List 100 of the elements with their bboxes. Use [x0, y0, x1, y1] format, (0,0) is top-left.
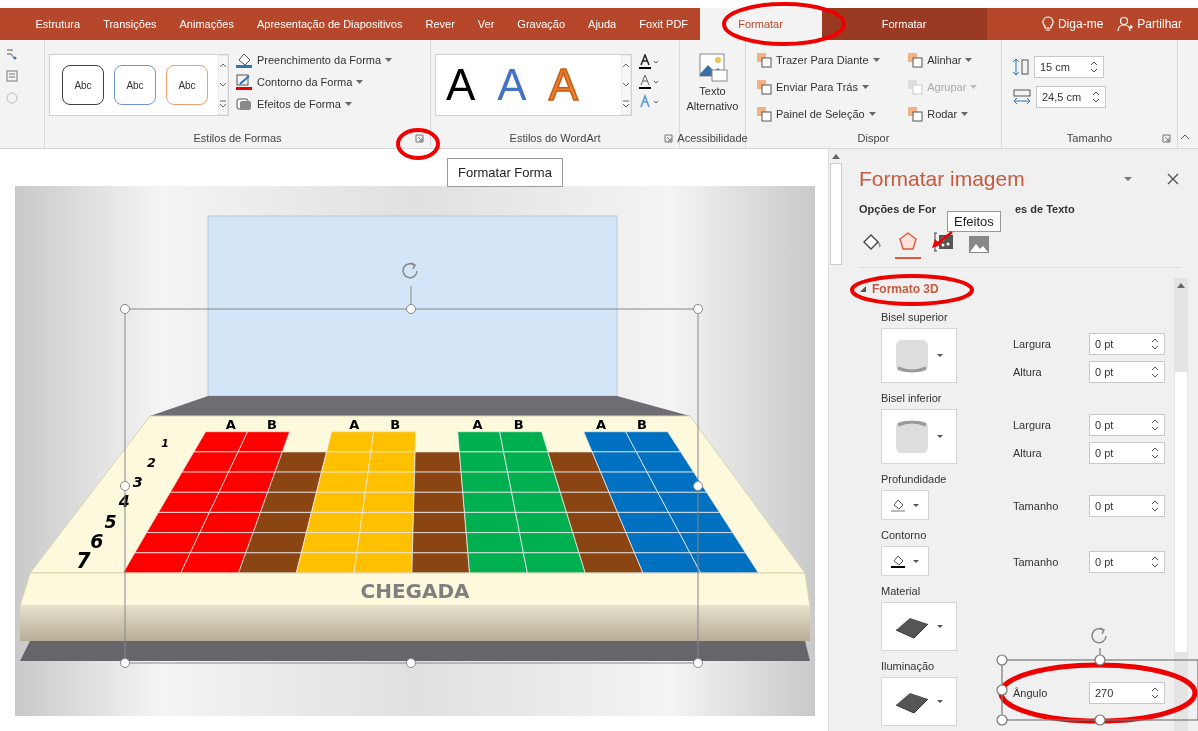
wordart-preset[interactable]: A	[497, 63, 527, 107]
preset-picker[interactable]	[881, 677, 957, 726]
option-label: Bisel superior	[881, 311, 949, 323]
arrange-command[interactable]: Enviar Para Trás	[756, 79, 894, 95]
preset-picker[interactable]	[881, 602, 957, 651]
bevel-preview-icon	[894, 418, 930, 455]
number-field[interactable]: 0 pt	[1089, 551, 1165, 573]
ribbon-tab[interactable]: Transições	[91, 8, 169, 40]
height-field[interactable]: 15 cm	[1034, 56, 1104, 78]
caret-icon	[356, 80, 364, 84]
number-field[interactable]: 0 pt	[1089, 442, 1165, 464]
group-label: Estilos de Formas	[193, 132, 282, 144]
caret-icon	[961, 112, 969, 116]
dialog-launcher-icon[interactable]	[664, 134, 673, 143]
field-label: Largura	[1013, 338, 1052, 350]
ribbon-tab[interactable]: Animações	[168, 8, 246, 40]
field-label: Tamanho	[1013, 500, 1060, 512]
text-fill-icon[interactable]	[638, 54, 660, 70]
row-number: 5	[104, 511, 117, 532]
caret-icon	[970, 85, 978, 89]
shape-edit-icon[interactable]	[6, 48, 18, 60]
option-label: Material	[881, 585, 922, 597]
arrange-command[interactable]: Alinhar	[907, 52, 991, 68]
row-number: 1	[161, 436, 169, 450]
dropdown-icon[interactable]	[1123, 175, 1133, 183]
ribbon-tab[interactable]: Estrutura	[24, 8, 92, 40]
scroll-up-icon[interactable]	[832, 153, 840, 159]
preset-picker[interactable]	[881, 546, 929, 576]
number-field[interactable]: 0 pt	[1089, 333, 1165, 355]
layer-icon	[756, 79, 772, 95]
caret-icon	[936, 434, 944, 439]
spinner-icon	[1151, 500, 1159, 512]
gallery-scroll-icon[interactable]	[218, 55, 228, 115]
tooltip: Efeitos	[947, 211, 1001, 232]
spinner-icon	[1151, 687, 1159, 699]
scroll-thumb[interactable]	[830, 163, 842, 265]
share-button[interactable]: Partilhar	[1117, 16, 1182, 32]
gallery-scroll-icon[interactable]	[621, 55, 631, 115]
caret-icon	[344, 102, 352, 106]
shape-effects-icon	[235, 96, 253, 112]
selection-frame[interactable]	[120, 285, 703, 668]
row-number: 4	[118, 492, 130, 512]
number-field[interactable]: 0 pt	[1089, 361, 1165, 383]
text-box-icon[interactable]	[6, 70, 18, 82]
screen-tip: Formatar Forma	[447, 158, 563, 187]
field-label: Tamanho	[1013, 556, 1060, 568]
option-label: Iluminação	[881, 660, 936, 672]
ribbon-tab[interactable]: Apresentação de Diapositivos	[245, 8, 414, 40]
annotation-ellipse	[396, 128, 440, 160]
column-label: B	[513, 416, 524, 432]
panel-tab[interactable]: es de Texto	[1015, 203, 1075, 215]
pen-outline-icon	[235, 74, 253, 90]
column-label: A	[349, 416, 360, 432]
caret-icon	[936, 353, 944, 358]
shape-style-preset[interactable]: Abc	[62, 65, 104, 105]
ribbon-tab[interactable]: Formatar	[699, 8, 822, 40]
width-field[interactable]: 24,5 cm	[1036, 86, 1106, 108]
ribbon-tab[interactable]: Gravação	[505, 8, 577, 40]
caret-icon	[912, 502, 920, 508]
arrange-command[interactable]: Painel de Seleção	[756, 106, 894, 122]
person-icon	[1117, 16, 1134, 32]
rotate-handle-icon	[1091, 627, 1107, 644]
panel-scrollbar[interactable]	[1174, 278, 1188, 731]
shape-command[interactable]: Efeitos de Forma	[235, 96, 393, 112]
slide-scrollbar[interactable]	[828, 149, 843, 731]
text-outline-icon[interactable]	[638, 74, 660, 90]
close-icon[interactable]	[1167, 173, 1179, 185]
ribbon-tab[interactable]: Ajuda	[576, 8, 628, 40]
arrange-command[interactable]: Trazer Para Diante	[756, 52, 894, 68]
arrange-command[interactable]: Rodar	[907, 106, 991, 122]
ribbon-tab[interactable]: Rever	[414, 8, 467, 40]
tell-me-button[interactable]: Diga-me	[1041, 16, 1104, 32]
wordart-preset[interactable]: A	[446, 63, 476, 107]
ribbon-tab[interactable]: Ver	[466, 8, 506, 40]
rotate-handle-icon[interactable]	[402, 262, 418, 279]
group-label: Dispor	[857, 132, 890, 144]
number-field[interactable]: 270	[1089, 682, 1165, 704]
finish-label: CHEGADA	[360, 579, 470, 603]
ribbon-tab[interactable]: Foxit PDF	[627, 8, 700, 40]
shape-command[interactable]: Contorno da Forma	[235, 74, 393, 90]
column-label: A	[225, 416, 236, 432]
shape-style-preset[interactable]: Abc	[166, 65, 208, 105]
number-field[interactable]: 0 pt	[1089, 414, 1165, 436]
shape-style-preset[interactable]: Abc	[114, 65, 156, 105]
group-label: Estilos do WordArt	[509, 132, 601, 144]
height-icon	[1012, 57, 1030, 77]
spinner-icon	[1151, 366, 1159, 378]
scroll-up-icon[interactable]	[1177, 282, 1185, 288]
dialog-launcher-icon[interactable]	[415, 134, 424, 143]
scroll-thumb[interactable]	[1175, 372, 1187, 652]
paint-bucket-icon	[235, 52, 253, 68]
number-field[interactable]: 0 pt	[1089, 495, 1165, 517]
alt-text-button[interactable]: Texto Alternativo	[684, 52, 741, 114]
layer-icon	[756, 52, 772, 68]
field-label: Ângulo	[1013, 687, 1049, 699]
ribbon-tab[interactable]: Formatar	[821, 8, 987, 40]
section-header[interactable]: Formato 3D	[859, 282, 1174, 296]
dialog-launcher-icon[interactable]	[1162, 134, 1171, 143]
shape-command[interactable]: Preenchimento da Forma	[235, 52, 393, 68]
collapse-ribbon-icon[interactable]	[1180, 134, 1190, 140]
